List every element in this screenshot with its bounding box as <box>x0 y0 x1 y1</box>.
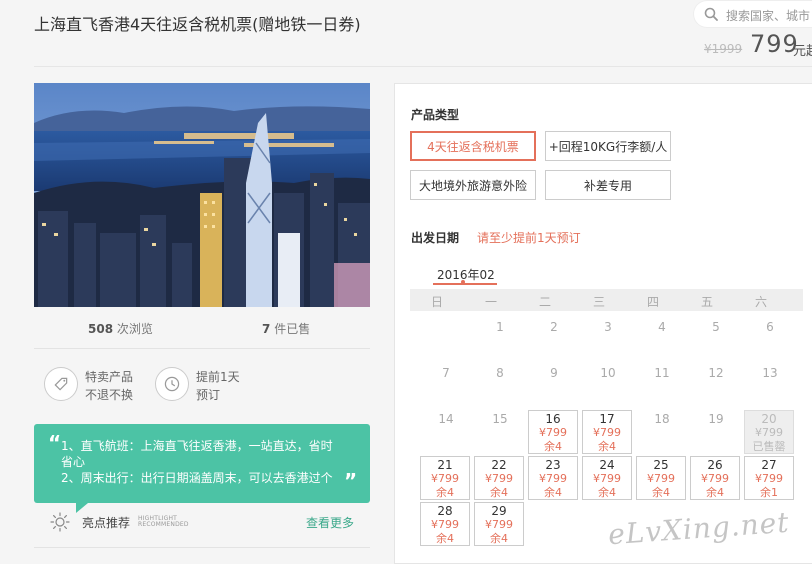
features: 特卖产品 不退不换 提前1天 预订 <box>34 357 370 412</box>
month-indicator <box>461 280 465 284</box>
calendar-day-available[interactable]: 22 ¥799 余4 <box>474 456 524 500</box>
header-divider <box>34 66 812 67</box>
views-label: 次浏览 <box>116 322 153 336</box>
calendar-day: 13 <box>762 366 778 380</box>
feature-line1: 特卖产品 <box>85 370 134 384</box>
header: 上海直飞香港4天往返含税机票(赠地铁一日券) 搜索国家、城市 ¥1999 799… <box>0 0 812 70</box>
weekday: 五 <box>700 295 713 309</box>
feature-line1: 提前1天 <box>196 370 240 384</box>
search-input[interactable]: 搜索国家、城市 <box>726 7 812 24</box>
recommend-title: 亮点推荐 <box>82 516 131 530</box>
views-stat: 508 次浏览 <box>88 320 153 337</box>
page: 上海直飞香港4天往返含税机票(赠地铁一日券) 搜索国家、城市 ¥1999 799… <box>0 0 812 564</box>
calendar-day: 8 <box>496 366 504 380</box>
calendar-day: 18 <box>654 412 670 426</box>
sold-label: 件已售 <box>274 322 311 336</box>
calendar-day: 9 <box>550 366 558 380</box>
clock-icon <box>155 367 189 401</box>
hero-image[interactable] <box>34 83 370 307</box>
calendar-day-available[interactable]: 26 ¥799 余4 <box>690 456 740 500</box>
month-tab[interactable]: 2016年02 <box>437 266 495 283</box>
weekday: 三 <box>592 295 605 309</box>
weekday: 一 <box>484 295 497 309</box>
calendar-day: 14 <box>438 412 454 426</box>
option-insurance[interactable]: 大地境外旅游意外险 <box>410 170 536 200</box>
calendar-day: 15 <box>492 412 508 426</box>
quote-close-icon: ” <box>344 469 358 493</box>
departure-date-label: 出发日期 <box>411 231 460 245</box>
option-luggage[interactable]: +回程10KG行李额/人 <box>545 131 671 161</box>
current-price: 799 <box>750 30 799 58</box>
calendar-day-available[interactable]: 16 ¥799 余4 <box>528 410 578 454</box>
calendar-day: 10 <box>600 366 616 380</box>
calendar-day-available[interactable]: 29 ¥799 余4 <box>474 502 524 546</box>
calendar-day-available[interactable]: 17 ¥799 余4 <box>582 410 632 454</box>
feature-line2: 不退不换 <box>85 388 134 402</box>
views-count: 508 <box>88 322 114 336</box>
original-price: ¥1999 <box>704 42 743 56</box>
feature-line2: 预订 <box>196 388 221 402</box>
calendar-day: 19 <box>708 412 724 426</box>
price-unit: 元起 <box>793 44 812 59</box>
highlight-line: 2、周末出行：出行日期涵盖周末，可以去香港过个 <box>61 471 333 485</box>
calendar-day: 6 <box>766 320 774 334</box>
booking-panel: 产品类型 4天往返含税机票 +回程10KG行李额/人 大地境外旅游意外险 补差专… <box>394 83 812 564</box>
calendar-day-available[interactable]: 24 ¥799 余4 <box>582 456 632 500</box>
weekday-header: 日 一 二 三 四 五 六 <box>410 289 803 311</box>
weekday: 二 <box>538 295 551 309</box>
calendar-day-available[interactable]: 28 ¥799 余4 <box>420 502 470 546</box>
calendar-day: 4 <box>658 320 666 334</box>
page-title: 上海直飞香港4天往返含税机票(赠地铁一日券) <box>34 15 361 34</box>
recommend-en-label: HIGHTLIGHT RECOMMENDED <box>138 515 189 528</box>
option-price-diff[interactable]: 补差专用 <box>545 170 671 200</box>
see-more-link[interactable]: 查看更多 <box>306 514 354 531</box>
sold-count: 7 <box>262 322 271 336</box>
search-icon[interactable] <box>704 7 718 21</box>
calendar-day: 11 <box>654 366 670 380</box>
weekday: 日 <box>430 295 443 309</box>
product-type-label: 产品类型 <box>411 108 460 122</box>
recommend-row: 亮点推荐 HIGHTLIGHT RECOMMENDED 查看更多 <box>34 508 370 548</box>
weekday: 六 <box>754 295 767 309</box>
stats-bar: 508 次浏览 7 件已售 <box>34 307 370 349</box>
calendar-day: 3 <box>604 320 612 334</box>
month-underline <box>433 283 497 285</box>
highlight-line: 省心 <box>61 455 86 469</box>
calendar-day-available[interactable]: 23 ¥799 余4 <box>528 456 578 500</box>
calendar-day-available[interactable]: 25 ¥799 余4 <box>636 456 686 500</box>
calendar-day: 2 <box>550 320 558 334</box>
search-box[interactable]: 搜索国家、城市 <box>693 0 812 28</box>
sold-stat: 7 件已售 <box>262 320 310 337</box>
calendar-day: 7 <box>442 366 450 380</box>
highlight-box: “ 1、直飞航班：上海直飞往返香港，一站直达，省时 省心 2、周末出行：出行日期… <box>34 424 370 513</box>
option-roundtrip-ticket[interactable]: 4天往返含税机票 <box>410 131 536 161</box>
sun-icon <box>50 512 70 532</box>
weekday: 四 <box>646 295 659 309</box>
calendar-day-available[interactable]: 27 ¥799 余1 <box>744 456 794 500</box>
calendar-day-available[interactable]: 21 ¥799 余4 <box>420 456 470 500</box>
booking-note: 请至少提前1天预订 <box>477 231 581 245</box>
calendar-day: 1 <box>496 320 504 334</box>
calendar-day: 12 <box>708 366 724 380</box>
calendar-day: 5 <box>712 320 720 334</box>
quote-open-icon: “ <box>48 431 62 455</box>
calendar-day-soldout: 20 ¥799 已售罄 <box>744 410 794 454</box>
tag-icon <box>44 367 78 401</box>
highlight-line: 1、直飞航班：上海直飞往返香港，一站直达，省时 <box>61 439 333 453</box>
